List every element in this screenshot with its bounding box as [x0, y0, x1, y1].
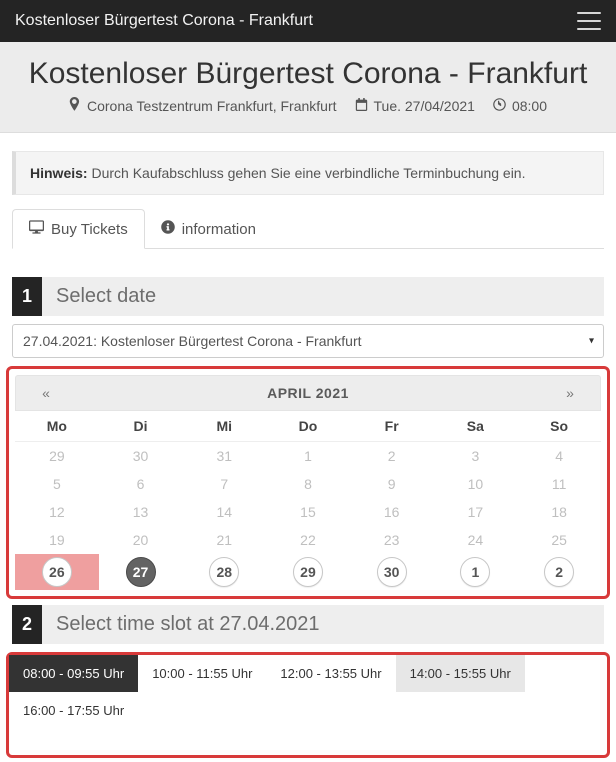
notice-text: Durch Kaufabschluss gehen Sie eine verbi… — [88, 165, 526, 181]
notice-label: Hinweis: — [30, 165, 88, 181]
hero: Kostenloser Bürgertest Corona - Frankfur… — [0, 42, 616, 133]
step-2-title: Select time slot at 27.04.2021 — [42, 605, 604, 644]
calendar-next-button[interactable]: » — [540, 385, 600, 401]
calendar-dow: Do — [266, 411, 350, 442]
calendar-day[interactable]: 26 — [15, 554, 99, 590]
calendar-dow: Di — [99, 411, 183, 442]
calendar-box: « APRIL 2021 » MoDiMiDoFrSaSo 2930311234… — [6, 366, 610, 599]
cart-icon — [29, 220, 44, 238]
calendar-day[interactable]: 2 — [517, 554, 601, 590]
calendar-day: 4 — [517, 442, 601, 470]
tab-buy-tickets[interactable]: Buy Tickets — [12, 209, 145, 249]
calendar-day[interactable]: 28 — [182, 554, 266, 590]
calendar-day: 17 — [434, 498, 518, 526]
step-1-number: 1 — [12, 277, 42, 316]
calendar-day: 10 — [434, 470, 518, 498]
calendar-day[interactable]: 30 — [350, 554, 434, 590]
location-meta: Corona Testzentrum Frankfurt, Frankfurt — [69, 97, 337, 114]
calendar-day: 9 — [350, 470, 434, 498]
calendar-day: 6 — [99, 470, 183, 498]
calendar-day: 16 — [350, 498, 434, 526]
date-select[interactable]: 27.04.2021: Kostenloser Bürgertest Coron… — [12, 324, 604, 358]
calendar-day: 1 — [266, 442, 350, 470]
date-text: Tue. 27/04/2021 — [374, 98, 475, 114]
map-pin-icon — [69, 97, 81, 114]
timeslot-option[interactable]: 10:00 - 11:55 Uhr — [138, 655, 266, 692]
info-icon — [161, 220, 175, 238]
calendar-day: 12 — [15, 498, 99, 526]
navbar: Kostenloser Bürgertest Corona - Frankfur… — [0, 0, 616, 42]
calendar-day: 2 — [350, 442, 434, 470]
location-text: Corona Testzentrum Frankfurt, Frankfurt — [87, 98, 337, 114]
calendar-dow: Mo — [15, 411, 99, 442]
calendar-day: 11 — [517, 470, 601, 498]
timeslot-option[interactable]: 08:00 - 09:55 Uhr — [9, 655, 138, 692]
timeslot-option[interactable]: 16:00 - 17:55 Uhr — [9, 692, 138, 729]
calendar-dow: Fr — [350, 411, 434, 442]
calendar-day: 29 — [15, 442, 99, 470]
tabs: Buy Tickets information — [12, 209, 604, 249]
calendar-day[interactable]: 1 — [434, 554, 518, 590]
calendar-day: 24 — [434, 526, 518, 554]
timeslot-option[interactable]: 12:00 - 13:55 Uhr — [266, 655, 395, 692]
timeslot-box: 08:00 - 09:55 Uhr10:00 - 11:55 Uhr12:00 … — [6, 652, 610, 758]
calendar-day: 15 — [266, 498, 350, 526]
calendar-day: 13 — [99, 498, 183, 526]
timeslot-option[interactable]: 14:00 - 15:55 Uhr — [396, 655, 525, 692]
calendar-day: 8 — [266, 470, 350, 498]
calendar-day: 20 — [99, 526, 183, 554]
calendar-table: MoDiMiDoFrSaSo 2930311234567891011121314… — [15, 411, 601, 590]
calendar-day: 5 — [15, 470, 99, 498]
calendar-header: « APRIL 2021 » — [15, 375, 601, 411]
date-meta: Tue. 27/04/2021 — [355, 98, 475, 114]
menu-toggle-button[interactable] — [577, 12, 601, 30]
calendar-day: 25 — [517, 526, 601, 554]
calendar-prev-button[interactable]: « — [16, 385, 76, 401]
date-select-wrap: 27.04.2021: Kostenloser Bürgertest Coron… — [12, 324, 604, 358]
calendar-day[interactable]: 29 — [266, 554, 350, 590]
calendar-dow: Sa — [434, 411, 518, 442]
tab-buy-label: Buy Tickets — [51, 221, 128, 238]
notice-box: Hinweis: Durch Kaufabschluss gehen Sie e… — [12, 151, 604, 195]
step-1-title: Select date — [42, 277, 604, 316]
tab-info-label: information — [182, 221, 256, 238]
calendar-day: 19 — [15, 526, 99, 554]
calendar-day: 30 — [99, 442, 183, 470]
timeslot-list: 08:00 - 09:55 Uhr10:00 - 11:55 Uhr12:00 … — [9, 655, 607, 729]
calendar-day: 7 — [182, 470, 266, 498]
calendar-icon — [355, 98, 368, 114]
calendar-day: 18 — [517, 498, 601, 526]
page-title: Kostenloser Bürgertest Corona - Frankfur… — [10, 57, 606, 91]
calendar-day: 22 — [266, 526, 350, 554]
tab-information[interactable]: information — [145, 209, 272, 249]
calendar-day: 14 — [182, 498, 266, 526]
step-2-number: 2 — [12, 605, 42, 644]
step-2-header: 2 Select time slot at 27.04.2021 — [12, 605, 604, 644]
time-text: 08:00 — [512, 98, 547, 114]
calendar-day[interactable]: 27 — [99, 554, 183, 590]
calendar-day: 3 — [434, 442, 518, 470]
clock-icon — [493, 98, 506, 114]
hero-meta: Corona Testzentrum Frankfurt, Frankfurt … — [10, 97, 606, 114]
calendar-day: 21 — [182, 526, 266, 554]
calendar-month-label: APRIL 2021 — [76, 385, 540, 401]
navbar-title: Kostenloser Bürgertest Corona - Frankfur… — [15, 12, 313, 30]
step-1-header: 1 Select date — [12, 277, 604, 316]
calendar-dow: Mi — [182, 411, 266, 442]
calendar-day: 23 — [350, 526, 434, 554]
calendar-dow: So — [517, 411, 601, 442]
time-meta: 08:00 — [493, 98, 547, 114]
calendar-day: 31 — [182, 442, 266, 470]
